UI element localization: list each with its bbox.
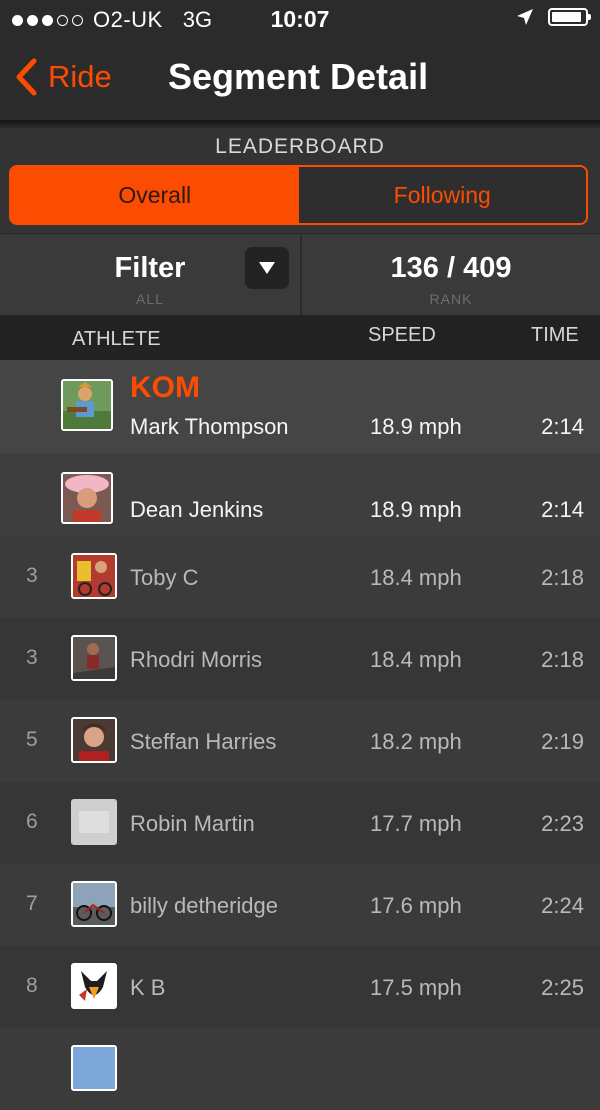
battery-icon — [548, 8, 591, 26]
athlete-rank: 3 — [26, 564, 38, 587]
avatar — [71, 881, 117, 927]
column-header-athlete: ATHLETE — [72, 328, 161, 350]
avatar — [71, 553, 117, 599]
avatar — [71, 717, 117, 763]
athlete-rank: 6 — [26, 810, 38, 833]
table-header: ATHLETE SPEED TIME — [0, 315, 600, 360]
avatar — [61, 472, 113, 524]
avatar — [61, 379, 113, 431]
athlete-speed: 18.9 mph — [370, 414, 462, 439]
leaderboard-row[interactable]: 3 Toby C 18.4 mph 2:18 — [0, 536, 600, 618]
filter-value: ALL — [136, 291, 164, 307]
athlete-speed: 17.7 mph — [370, 811, 462, 836]
athlete-name: Rhodri Morris — [130, 647, 263, 672]
athlete-speed: 18.4 mph — [370, 565, 462, 590]
athlete-rank: 8 — [26, 974, 38, 997]
rank-label: RANK — [429, 291, 473, 307]
leaderboard-list: KOM Mark Thompson 18.9 mph 2:14 Dean Jen… — [0, 360, 600, 1110]
athlete-name: Mark Thompson — [130, 414, 289, 439]
filter-rank-bar: Filter ALL 136 / 409 RANK — [0, 233, 600, 316]
athlete-name: K B — [130, 975, 166, 1000]
athlete-speed: 17.6 mph — [370, 893, 462, 918]
leaderboard-row[interactable]: 5 Steffan Harries 18.2 mph 2:19 — [0, 700, 600, 782]
leaderboard-row[interactable]: Dean Jenkins 18.9 mph 2:14 — [0, 453, 600, 536]
back-button-label: Ride — [48, 59, 112, 94]
column-header-time: TIME — [531, 324, 579, 346]
leaderboard-row[interactable]: 6 Robin Martin 17.7 mph 2:23 — [0, 782, 600, 864]
status-time: 10:07 — [270, 6, 330, 32]
avatar — [71, 963, 117, 1009]
athlete-rank: 5 — [26, 728, 38, 751]
kom-badge: KOM — [130, 371, 200, 404]
tab-overall[interactable]: Overall — [11, 167, 299, 223]
leaderboard-heading: LEADERBOARD — [215, 135, 385, 158]
athlete-time: 2:14 — [541, 497, 584, 522]
leaderboard-row[interactable]: 7 billy detheridge 17.6 mph 2:24 — [0, 864, 600, 946]
athlete-name: Dean Jenkins — [130, 497, 264, 522]
location-arrow-icon — [517, 9, 533, 25]
page-title: Segment Detail — [168, 56, 429, 97]
chevron-left-icon — [16, 58, 37, 96]
filter-control[interactable]: Filter ALL — [0, 234, 300, 316]
rank-display: 136 / 409 RANK — [302, 234, 600, 316]
leaderboard-tabs: Overall Following — [9, 165, 588, 225]
athlete-time: 2:19 — [541, 729, 584, 754]
athlete-name: billy detheridge — [130, 893, 278, 918]
athlete-speed: 18.4 mph — [370, 647, 462, 672]
athlete-speed: 18.9 mph — [370, 497, 462, 522]
avatar — [71, 635, 117, 681]
triangle-down-icon — [259, 262, 275, 274]
leaderboard-row[interactable]: 3 Rhodri Morris 18.4 mph 2:18 — [0, 618, 600, 700]
athlete-speed: 17.5 mph — [370, 975, 462, 1000]
athlete-name: Toby C — [130, 565, 199, 590]
nav-divider — [0, 120, 600, 128]
athlete-speed: 18.2 mph — [370, 729, 462, 754]
athlete-time: 2:14 — [541, 414, 584, 439]
athlete-time: 2:23 — [541, 811, 584, 836]
athlete-rank: 3 — [26, 646, 38, 669]
leaderboard-row[interactable]: KOM Mark Thompson 18.9 mph 2:14 — [0, 360, 600, 453]
rank-value: 136 / 409 — [390, 252, 512, 284]
navigation-bar: Ride Segment Detail — [0, 40, 600, 120]
athlete-time: 2:18 — [541, 647, 584, 672]
back-button[interactable]: Ride — [14, 58, 112, 96]
column-header-speed: SPEED — [368, 324, 436, 346]
athlete-rank: 7 — [26, 892, 38, 915]
athlete-time: 2:24 — [541, 893, 584, 918]
athlete-time: 2:18 — [541, 565, 584, 590]
athlete-name: Steffan Harries — [130, 729, 277, 754]
avatar — [71, 1045, 117, 1091]
filter-dropdown-button[interactable] — [245, 247, 289, 289]
status-bar: O2-UK 3G 10:07 — [0, 0, 600, 40]
athlete-time: 2:25 — [541, 975, 584, 1000]
battery-level — [552, 12, 581, 22]
tab-following[interactable]: Following — [298, 167, 586, 223]
avatar-placeholder-icon — [71, 799, 117, 845]
leaderboard-row[interactable]: 8 K B 17.5 mph 2:25 — [0, 946, 600, 1028]
leaderboard-row-partial[interactable] — [0, 1028, 600, 1110]
athlete-name: Robin Martin — [130, 811, 255, 836]
